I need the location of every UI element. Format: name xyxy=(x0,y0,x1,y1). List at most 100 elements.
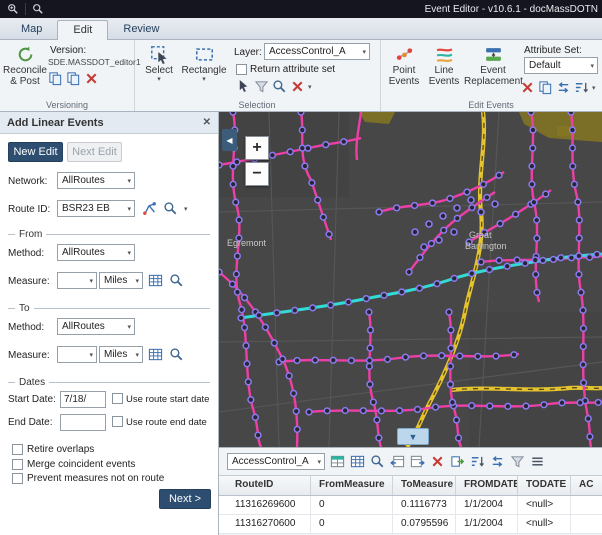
end-date-input[interactable] xyxy=(60,414,106,431)
next-selection-icon[interactable] xyxy=(410,454,425,469)
delete-version-icon[interactable] xyxy=(84,71,99,86)
table-row[interactable]: 11316270600 0 0.0795596 1/1/2004 <null> xyxy=(219,515,602,534)
cell-ac xyxy=(571,515,602,533)
map-view[interactable]: Egremont Great Barrington ◀ + − ▼ xyxy=(219,112,602,447)
zoom-in-button[interactable]: + xyxy=(245,136,269,160)
delete-event-icon[interactable] xyxy=(520,80,535,95)
chevron-down-icon[interactable]: ▾ xyxy=(184,205,188,213)
column-header-todate[interactable]: TODATE xyxy=(518,476,571,495)
point-events-button[interactable]: Point Events xyxy=(384,43,424,87)
records-selection-icon[interactable] xyxy=(330,454,345,469)
chevron-down-icon[interactable]: ▾ xyxy=(592,84,596,92)
table-menu-icon[interactable] xyxy=(530,454,545,469)
to-method-select[interactable]: AllRoutes ▾ xyxy=(57,318,135,335)
event-replacement-button[interactable]: Event Replacement xyxy=(464,43,522,87)
select-button[interactable]: Select ▾ xyxy=(140,43,178,84)
layer-select[interactable]: AccessControl_A ▾ xyxy=(264,43,370,60)
next-edit-button: Next Edit xyxy=(67,142,122,162)
chevron-down-icon: ▾ xyxy=(124,205,134,213)
to-measure-label: Measure: xyxy=(8,350,50,361)
new-edit-button[interactable]: New Edit xyxy=(8,142,63,162)
sort-records-icon[interactable] xyxy=(470,454,485,469)
line-events-button[interactable]: Line Events xyxy=(426,43,462,87)
column-header-fromdate[interactable]: FROMDATE xyxy=(456,476,518,495)
attribute-table-toolbar: AccessControl_A ▾ xyxy=(219,448,602,476)
prevent-measures-checkbox[interactable] xyxy=(12,473,23,484)
tab-map[interactable]: Map xyxy=(6,20,57,39)
tab-edit[interactable]: Edit xyxy=(57,20,108,40)
from-measure-label: Measure: xyxy=(8,276,50,287)
search-icon[interactable] xyxy=(163,201,178,216)
measure-picker-icon[interactable] xyxy=(148,347,163,362)
start-date-input[interactable] xyxy=(60,391,106,408)
rectangle-button[interactable]: Rectangle ▾ xyxy=(180,43,228,84)
start-date-label: Start Date: xyxy=(8,394,56,405)
copy-version-icon[interactable] xyxy=(48,71,63,86)
column-header-ac[interactable]: AC xyxy=(571,476,602,495)
from-unit-value: Miles xyxy=(104,275,127,286)
clear-selection-icon[interactable] xyxy=(290,79,305,94)
copy-event-icon[interactable] xyxy=(538,80,553,95)
split-event-icon[interactable] xyxy=(574,80,589,95)
titlebar-separator xyxy=(25,3,26,15)
export-records-icon[interactable] xyxy=(450,454,465,469)
rectangle-label: Rectangle xyxy=(180,65,228,76)
from-measure-select[interactable]: ▾ xyxy=(57,272,97,289)
retire-overlaps-checkbox[interactable] xyxy=(12,444,23,455)
from-method-select[interactable]: AllRoutes ▾ xyxy=(57,244,135,261)
next-button[interactable]: Next > xyxy=(159,489,211,509)
chevron-down-icon[interactable]: ▾ xyxy=(180,76,228,84)
attribute-set-label: Attribute Set: xyxy=(524,45,582,56)
cell-todate: <null> xyxy=(518,515,571,533)
search-icon[interactable] xyxy=(169,273,184,288)
collapse-down-icon: ▼ xyxy=(409,432,418,442)
from-unit-select[interactable]: Miles ▾ xyxy=(99,272,143,289)
chevron-down-icon[interactable]: ▾ xyxy=(308,83,312,91)
return-attribute-set-checkbox[interactable] xyxy=(236,64,247,75)
route-picker-icon[interactable] xyxy=(142,201,157,216)
ribbon: Reconcile & Post Version: SDE.MASSDOT_ed… xyxy=(0,40,602,112)
version-label: Version: xyxy=(50,45,86,56)
network-value: AllRoutes xyxy=(62,175,105,186)
chevron-down-icon[interactable]: ▾ xyxy=(140,76,178,84)
close-icon[interactable]: ✕ xyxy=(203,117,211,128)
table-view-icon[interactable] xyxy=(350,454,365,469)
to-measure-select[interactable]: ▾ xyxy=(57,346,97,363)
offset-event-icon[interactable] xyxy=(556,80,571,95)
collapse-panel-button[interactable]: ◀ xyxy=(222,129,237,151)
column-header-routeid[interactable]: RouteID xyxy=(219,476,311,495)
version-value: SDE.MASSDOT_editor1 xyxy=(48,57,141,67)
zoom-to-selection-icon[interactable] xyxy=(370,454,385,469)
new-version-icon[interactable] xyxy=(66,71,81,86)
lasso-select-icon[interactable] xyxy=(254,79,269,94)
zoom-in-icon[interactable] xyxy=(7,3,19,15)
filter-records-icon[interactable] xyxy=(510,454,525,469)
point-events-icon xyxy=(395,45,414,64)
to-unit-select[interactable]: Miles ▾ xyxy=(99,346,143,363)
previous-selection-icon[interactable] xyxy=(390,454,405,469)
network-select[interactable]: AllRoutes ▾ xyxy=(57,172,135,189)
route-id-tools: ▾ xyxy=(142,201,188,216)
measure-picker-icon[interactable] xyxy=(148,273,163,288)
to-section-divider: To xyxy=(8,303,210,314)
attribute-set-select[interactable]: Default ▾ xyxy=(524,57,598,74)
zoom-out-button[interactable]: − xyxy=(245,162,269,186)
tab-review[interactable]: Review xyxy=(108,20,174,39)
column-header-frommeasure[interactable]: FromMeasure xyxy=(311,476,393,495)
use-route-end-date-checkbox[interactable] xyxy=(112,416,123,427)
column-header-tomeasure[interactable]: ToMeasure xyxy=(393,476,456,495)
zoom-to-selected-icon[interactable] xyxy=(272,79,287,94)
reconcile-post-button[interactable]: Reconcile & Post xyxy=(2,43,48,87)
zoom-icon[interactable] xyxy=(32,3,44,15)
use-route-start-date-checkbox[interactable] xyxy=(112,393,123,404)
swap-columns-icon[interactable] xyxy=(490,454,505,469)
collapse-table-button[interactable]: ▼ xyxy=(397,428,429,445)
route-id-select[interactable]: BSR23 EB ▾ xyxy=(57,200,135,217)
table-row[interactable]: 11316269600 0 0.1116773 1/1/2004 <null> xyxy=(219,496,602,515)
table-layer-select[interactable]: AccessControl_A ▾ xyxy=(227,453,325,470)
clear-selection-icon[interactable] xyxy=(430,454,445,469)
cell-ac xyxy=(571,496,602,514)
search-icon[interactable] xyxy=(169,347,184,362)
merge-coincident-events-checkbox[interactable] xyxy=(12,459,23,470)
select-features-icon[interactable] xyxy=(236,79,251,94)
